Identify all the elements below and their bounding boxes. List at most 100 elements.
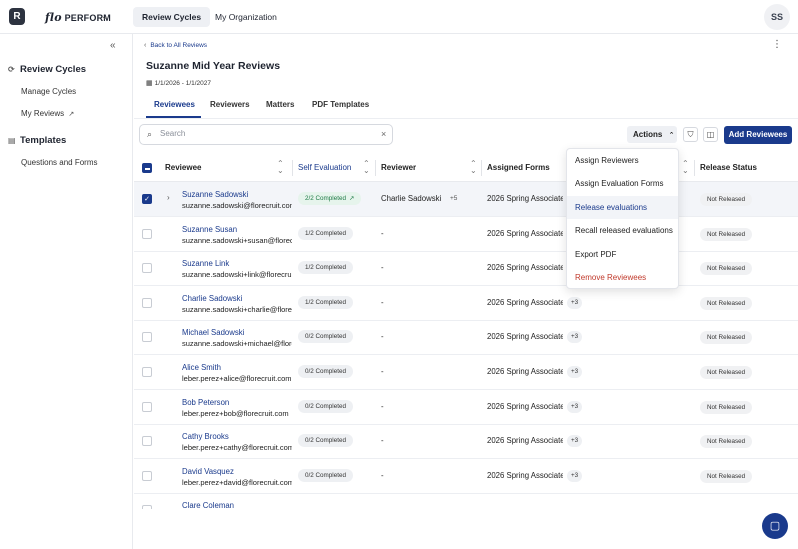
reviewer-name: - <box>381 297 384 307</box>
table-row[interactable]: Bob Peterson leber.perez+bob@florecruit.c… <box>134 390 798 425</box>
table-row[interactable]: Alice Smith leber.perez+alice@florecruit.… <box>134 355 798 390</box>
row-checkbox[interactable] <box>142 470 152 481</box>
kebab-menu-icon[interactable]: ⋮ <box>772 39 782 50</box>
column-divider <box>375 160 376 176</box>
reviewee-name[interactable]: Charlie Sadowski <box>182 294 242 303</box>
collapse-sidebar-icon[interactable]: « <box>110 40 116 51</box>
more-forms-count[interactable]: +3 <box>567 296 583 309</box>
more-forms-count[interactable]: +3 <box>567 469 583 482</box>
sort-icon[interactable]: ⌃ ⌄ <box>470 160 477 175</box>
reviewer-name: - <box>381 228 384 238</box>
tab-reviewees[interactable]: Reviewees <box>154 100 195 109</box>
table-row[interactable]: Michael Sadowski suzanne.sadowski+michael… <box>134 320 798 356</box>
chevron-right-icon[interactable]: › <box>167 193 170 202</box>
assigned-form: 2026 Spring Associate Review <box>487 228 563 238</box>
assigned-form: 2026 Spring Associate Review <box>487 401 563 411</box>
back-link[interactable]: ‹ Back to All Reviews <box>144 42 207 49</box>
app-logo[interactable]: R <box>9 8 25 25</box>
nav-my-organization[interactable]: My Organization <box>206 7 286 27</box>
table-row[interactable]: Cathy Brooks leber.perez+cathy@florecruit… <box>134 424 798 460</box>
menu-item-assign-reviewers[interactable]: Assign Reviewers <box>567 149 678 172</box>
reviewee-name[interactable]: Suzanne Sadowski <box>182 190 248 199</box>
row-checkbox[interactable] <box>142 332 152 343</box>
sort-icon[interactable]: ⌃ ⌄ <box>277 160 284 175</box>
reviewee-name[interactable]: Suzanne Link <box>182 259 229 268</box>
actions-button[interactable]: Actions ⌃ <box>627 126 677 143</box>
reviewee-name[interactable]: David Vasquez <box>182 467 234 476</box>
user-avatar[interactable]: SS <box>764 4 790 30</box>
clear-search-icon[interactable]: × <box>381 129 386 139</box>
tab-matters[interactable]: Matters <box>266 100 294 109</box>
more-forms-count[interactable]: +3 <box>567 435 583 448</box>
col-assigned-forms[interactable]: Assigned Forms <box>487 163 550 172</box>
row-checkbox[interactable] <box>142 505 152 509</box>
menu-item-assign-evaluation-forms[interactable]: Assign Evaluation Forms <box>567 172 678 195</box>
sort-icon[interactable]: ⌃ ⌄ <box>363 160 370 175</box>
table-row[interactable]: Clare Coleman <box>134 493 798 509</box>
columns-icon[interactable]: ◫ <box>703 127 718 142</box>
self-eval-badge: 0/2 Completed <box>298 468 353 482</box>
reviewee-name[interactable]: Michael Sadowski <box>182 328 244 337</box>
row-checkbox[interactable] <box>142 401 152 412</box>
row-checkbox[interactable] <box>142 367 152 377</box>
reviewee-email: suzanne.sadowski+susan@florecruit.com <box>182 235 292 245</box>
self-eval-badge: 1/2 Completed <box>298 226 353 240</box>
sidebar-section-review-cycles[interactable]: ⟳ Review Cycles <box>8 64 86 75</box>
release-status-badge: Not Released <box>700 400 753 414</box>
self-eval-badge: 0/2 Completed <box>298 434 353 448</box>
menu-item-remove-reviewees[interactable]: Remove Reviewees <box>567 266 678 289</box>
chat-bubble-icon[interactable]: ▢ <box>762 513 788 539</box>
row-checkbox[interactable] <box>142 263 152 274</box>
tab-reviewers[interactable]: Reviewers <box>210 100 250 109</box>
row-checkbox[interactable] <box>142 297 152 308</box>
menu-item-recall-released-evaluations[interactable]: Recall released evaluations <box>567 219 678 242</box>
release-status-badge: Not Released <box>700 262 753 276</box>
row-checkbox[interactable] <box>142 436 152 447</box>
column-divider <box>694 160 695 176</box>
nav-review-cycles[interactable]: Review Cycles <box>133 7 211 27</box>
table-row[interactable]: Charlie Sadowski suzanne.sadowski+charlie… <box>134 286 798 321</box>
sidebar-section-templates[interactable]: ▤ Templates <box>8 135 66 146</box>
actions-menu: Assign Reviewers Assign Evaluation Forms R… <box>566 148 679 289</box>
more-forms-count[interactable]: +3 <box>567 366 583 378</box>
col-reviewer[interactable]: Reviewer <box>381 163 416 172</box>
sidebar: « ⟳ Review Cycles Manage Cycles My Review… <box>0 34 133 549</box>
add-reviewees-button[interactable]: Add Reviewees <box>724 126 792 144</box>
sidebar-item-questions-forms[interactable]: Questions and Forms <box>21 158 97 167</box>
reviewee-email: suzanne.sadowski+michael@florecruit.com <box>182 339 292 349</box>
reviewee-name[interactable]: Suzanne Susan <box>182 225 237 234</box>
column-divider <box>292 160 293 176</box>
reviewee-name[interactable]: Alice Smith <box>182 363 221 372</box>
table-row[interactable]: Suzanne Link suzanne.sadowski+link@florec… <box>134 251 798 287</box>
row-checkbox[interactable]: ✓ <box>142 194 152 204</box>
sort-icon[interactable]: ⌃ ⌄ <box>682 160 689 175</box>
sidebar-item-my-reviews[interactable]: My Reviews ↗ <box>21 109 74 118</box>
col-release-status[interactable]: Release Status <box>700 163 757 172</box>
filter-icon[interactable]: ⛉ <box>683 127 698 142</box>
table-row[interactable]: Suzanne Susan suzanne.sadowski+susan@flor… <box>134 217 798 252</box>
reviewee-name[interactable]: Clare Coleman <box>182 501 234 509</box>
select-all-checkbox[interactable] <box>142 163 152 173</box>
tab-pdf-templates[interactable]: PDF Templates <box>312 100 369 109</box>
col-self-evaluation[interactable]: Self Evaluation <box>298 163 351 172</box>
external-link-icon[interactable]: ↗ <box>349 195 354 202</box>
reviewee-email: leber.perez+bob@florecruit.com <box>182 408 289 418</box>
reviewee-name[interactable]: Bob Peterson <box>182 398 229 407</box>
assigned-form: 2026 Spring Associate Review <box>487 263 563 273</box>
reviewee-name[interactable]: Cathy Brooks <box>182 432 229 441</box>
sidebar-item-manage-cycles[interactable]: Manage Cycles <box>21 87 76 96</box>
table-row[interactable]: David Vasquez leber.perez+david@florecrui… <box>134 459 798 494</box>
search-input[interactable] <box>160 129 370 138</box>
table-row[interactable]: ✓ › Suzanne Sadowski suzanne.sadowski@flore… <box>134 182 798 217</box>
more-forms-count[interactable]: +3 <box>567 400 583 413</box>
column-divider <box>481 160 482 176</box>
more-reviewers-count[interactable]: +5 <box>450 195 457 202</box>
menu-item-release-evaluations[interactable]: Release evaluations <box>567 195 678 219</box>
row-checkbox[interactable] <box>142 228 152 239</box>
col-reviewee[interactable]: Reviewee <box>165 163 201 172</box>
reviewee-email: leber.perez+alice@florecruit.com <box>182 374 292 383</box>
menu-item-export-pdf[interactable]: Export PDF <box>567 243 678 266</box>
chevron-down-icon[interactable]: ⌄ <box>101 11 109 22</box>
release-status-badge: Not Released <box>700 366 753 379</box>
more-forms-count[interactable]: +3 <box>567 331 583 344</box>
